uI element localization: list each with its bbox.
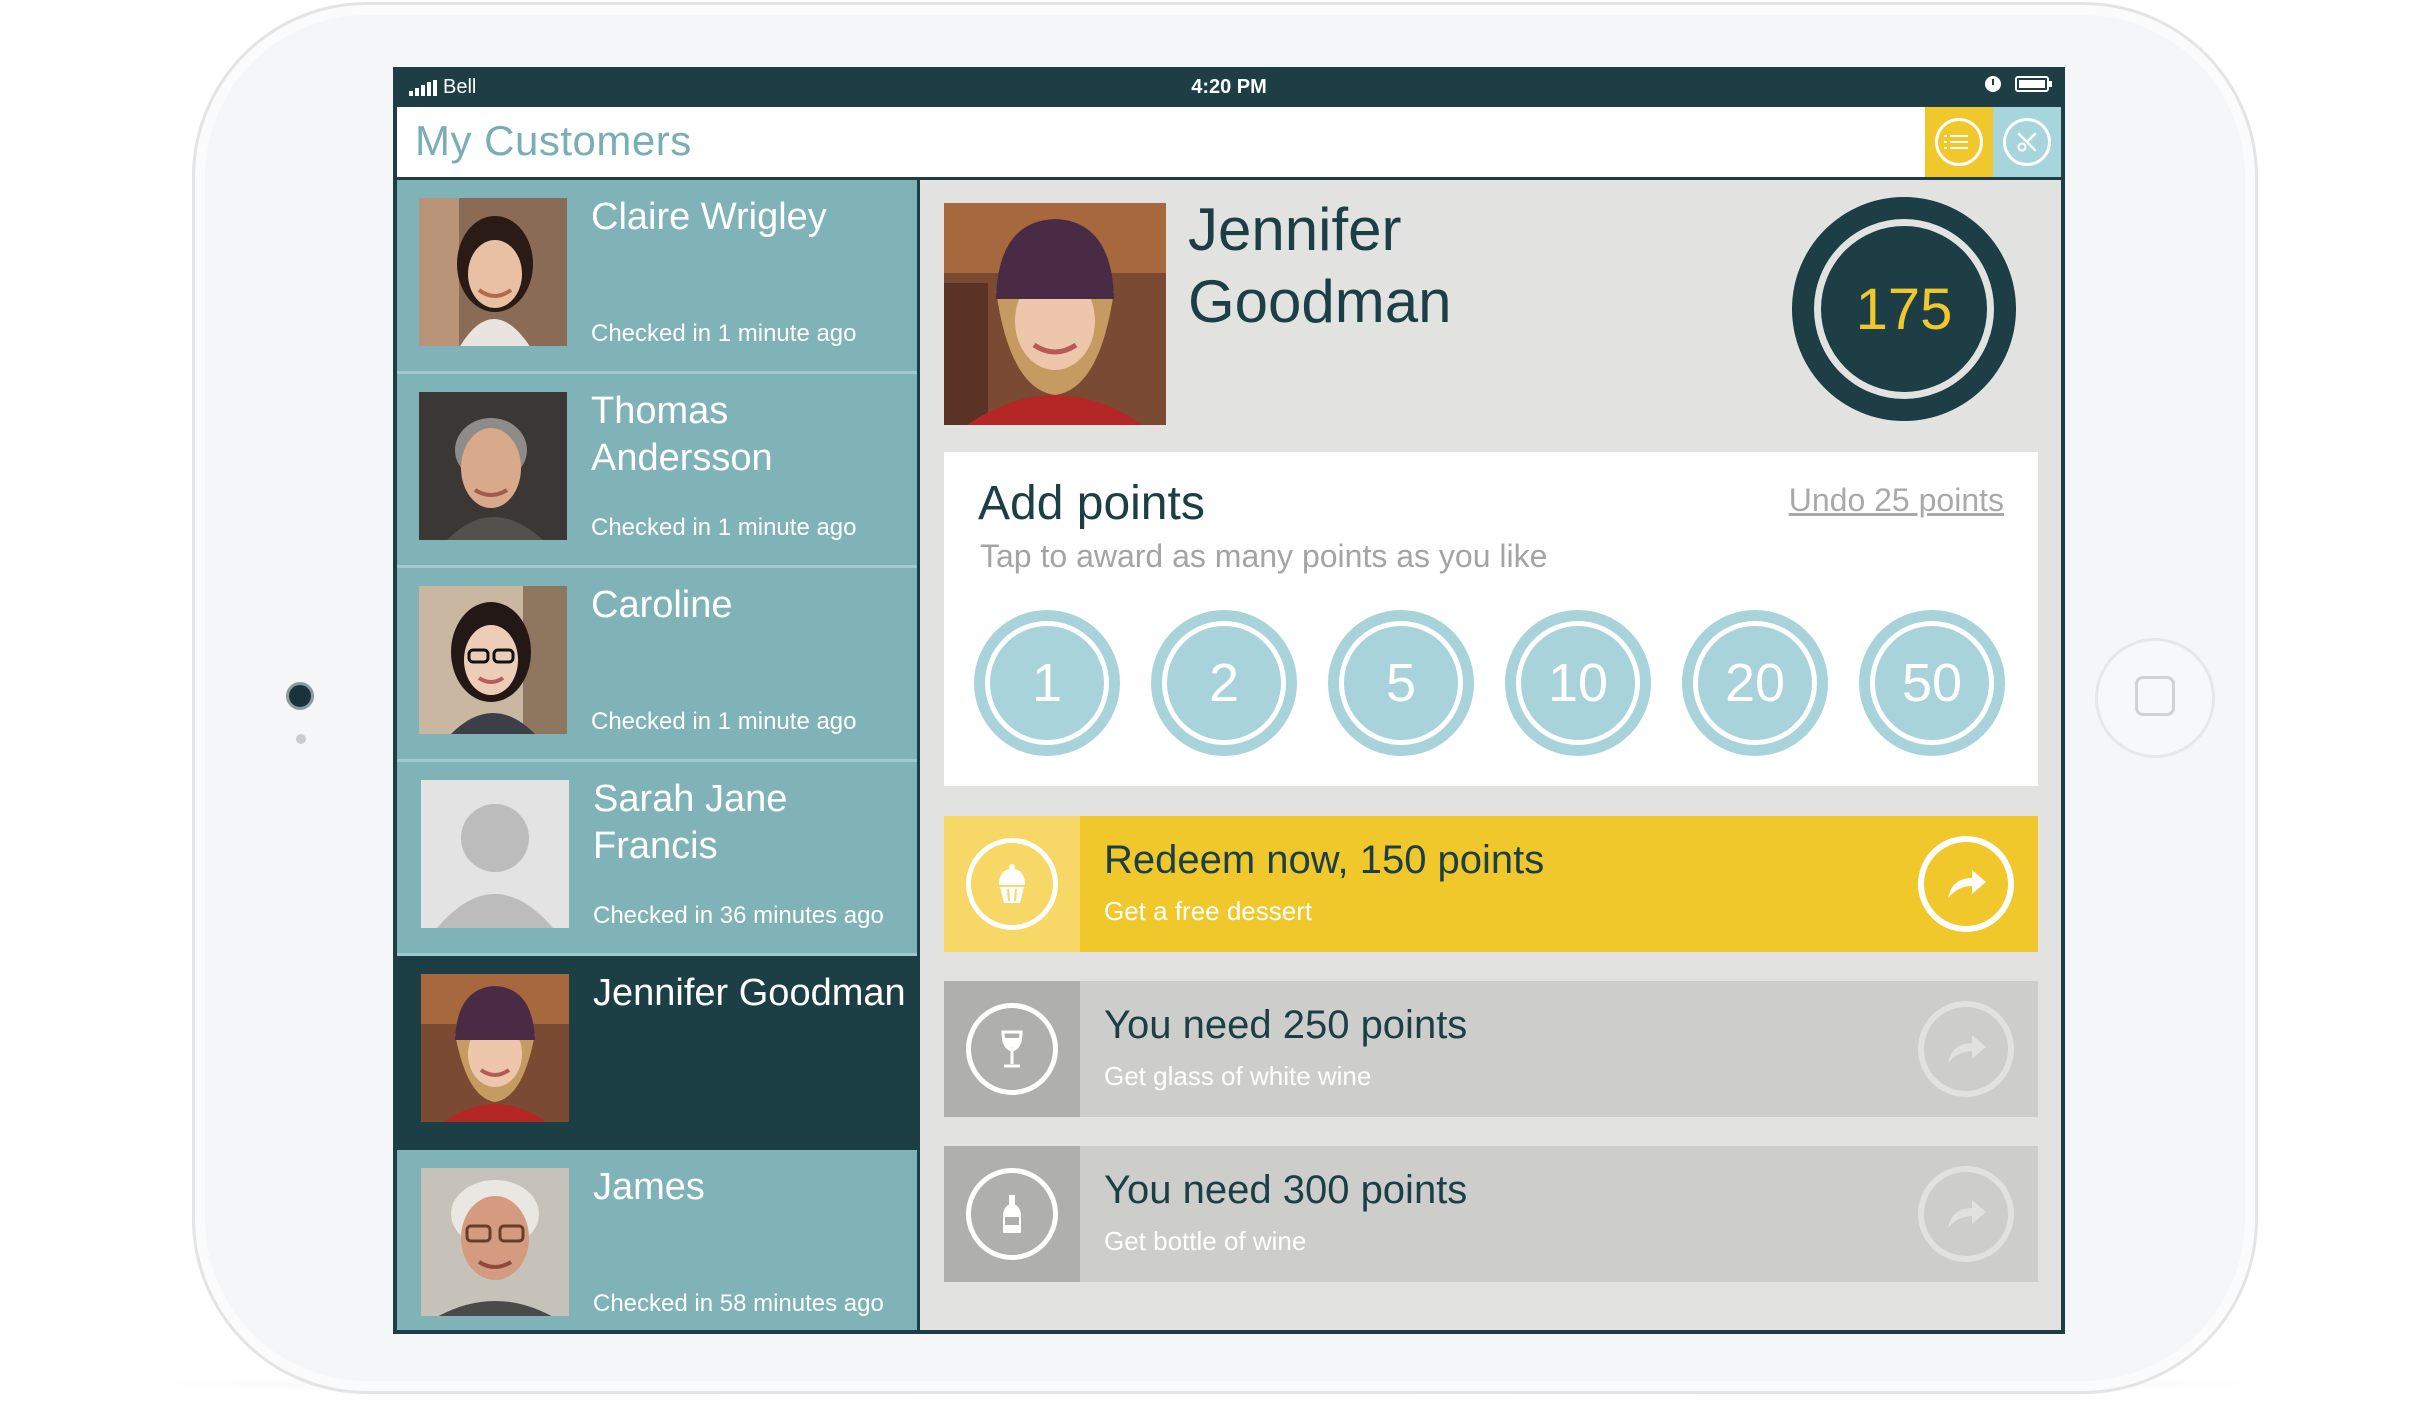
tools-icon: [2003, 118, 2051, 166]
reward-description: Get bottle of wine: [1104, 1226, 1307, 1256]
avatar-placeholder: [421, 780, 569, 928]
locked-arrow-button: [1918, 1001, 2014, 1097]
reward-title: Redeem now, 150 points: [1104, 838, 1545, 882]
reward-title: You need 250 points: [1104, 1003, 1468, 1047]
add-1-point-button[interactable]: 1: [974, 610, 1120, 756]
add-10-points-button[interactable]: 10: [1505, 610, 1651, 756]
profile-first-name: Jennifer: [1188, 196, 1402, 263]
camera-lens: [286, 682, 314, 710]
page-title: My Customers: [415, 117, 692, 164]
customer-item-sarah[interactable]: Sarah Jane Francis Checked in 36 minutes…: [397, 762, 917, 956]
home-button-icon: [2135, 676, 2175, 716]
profile-photo: [944, 203, 1166, 425]
profile-last-name: Goodman: [1188, 268, 1452, 335]
list-view-button[interactable]: [1925, 107, 1993, 177]
customer-name: Sarah Jane Francis: [593, 778, 788, 867]
reward-title: You need 300 points: [1104, 1168, 1468, 1212]
customer-detail: Jennifer Goodman 175 Add points Tap to a…: [920, 180, 2061, 1330]
reward-description: Get a free dessert: [1104, 896, 1313, 926]
add-2-points-button[interactable]: 2: [1151, 610, 1297, 756]
status-bar: Bell 4:20 PM: [393, 67, 2065, 107]
customer-name: Thomas Andersson: [591, 390, 773, 479]
alarm-clock-icon: [1985, 76, 2001, 92]
locked-arrow-button: [1918, 1166, 2014, 1262]
app-header: My Customers: [397, 107, 2061, 177]
reward-row-white-wine: You need 250 points Get glass of white w…: [944, 981, 2038, 1117]
customer-item-thomas[interactable]: Thomas Andersson Checked in 1 minute ago: [397, 374, 917, 568]
customer-item-jennifer[interactable]: Jennifer Goodman: [397, 956, 917, 1150]
wine-bottle-icon: [966, 1168, 1058, 1260]
customer-name: Claire Wrigley: [591, 196, 827, 238]
profile-name: Jennifer Goodman: [1188, 194, 1452, 338]
arrow-icon: [1948, 1035, 1986, 1063]
customer-item-claire[interactable]: Claire Wrigley Checked in 1 minute ago: [397, 180, 917, 374]
status-time: 4:20 PM: [1191, 76, 1267, 98]
cupcake-icon: [966, 838, 1058, 930]
checkin-time: Checked in 1 minute ago: [591, 708, 857, 735]
reward-row-dessert[interactable]: Redeem now, 150 points Get a free desser…: [944, 816, 2038, 952]
avatar: [419, 392, 567, 540]
redeem-arrow-icon: [1948, 870, 1986, 898]
customer-item-james[interactable]: James Checked in 58 minutes ago: [397, 1150, 917, 1330]
checkin-time: Checked in 36 minutes ago: [593, 902, 884, 929]
customer-list: Claire Wrigley Checked in 1 minute ago T…: [397, 180, 917, 1330]
avatar: [421, 974, 569, 1122]
wine-glass-icon: [966, 1003, 1058, 1095]
points-value: 175: [1855, 276, 1953, 342]
checkin-time: Checked in 1 minute ago: [591, 514, 857, 541]
avatar: [419, 198, 567, 346]
add-50-points-button[interactable]: 50: [1859, 610, 2005, 756]
add-points-title: Add points: [978, 477, 1205, 530]
app-screen: Bell 4:20 PM My Customers Claire Wrigley…: [393, 67, 2065, 1334]
battery-icon: [2015, 76, 2052, 92]
avatar: [421, 1168, 569, 1316]
add-points-card: Add points Tap to award as many points a…: [944, 452, 2038, 786]
customer-name: Jennifer Goodman: [593, 972, 906, 1014]
status-icons: [1985, 76, 2052, 92]
points-balance: 175: [1792, 197, 2016, 421]
customer-item-caroline[interactable]: Caroline Checked in 1 minute ago: [397, 568, 917, 762]
undo-points-link[interactable]: Undo 25 points: [1789, 482, 2004, 519]
list-icon: [1935, 118, 1983, 166]
camera-sensor: [296, 734, 306, 744]
add-20-points-button[interactable]: 20: [1682, 610, 1828, 756]
reward-row-wine-bottle: You need 300 points Get bottle of wine: [944, 1146, 2038, 1282]
checkin-time: Checked in 1 minute ago: [591, 320, 857, 347]
reward-description: Get glass of white wine: [1104, 1061, 1372, 1091]
add-points-subtitle: Tap to award as many points as you like: [980, 538, 1548, 574]
arrow-icon: [1948, 1200, 1986, 1228]
settings-button[interactable]: [1993, 107, 2061, 177]
add-5-points-button[interactable]: 5: [1328, 610, 1474, 756]
customer-name: James: [593, 1166, 705, 1208]
redeem-arrow-button[interactable]: [1918, 836, 2014, 932]
checkin-time: Checked in 58 minutes ago: [593, 1290, 884, 1317]
avatar: [419, 586, 567, 734]
customer-name: Caroline: [591, 584, 733, 626]
